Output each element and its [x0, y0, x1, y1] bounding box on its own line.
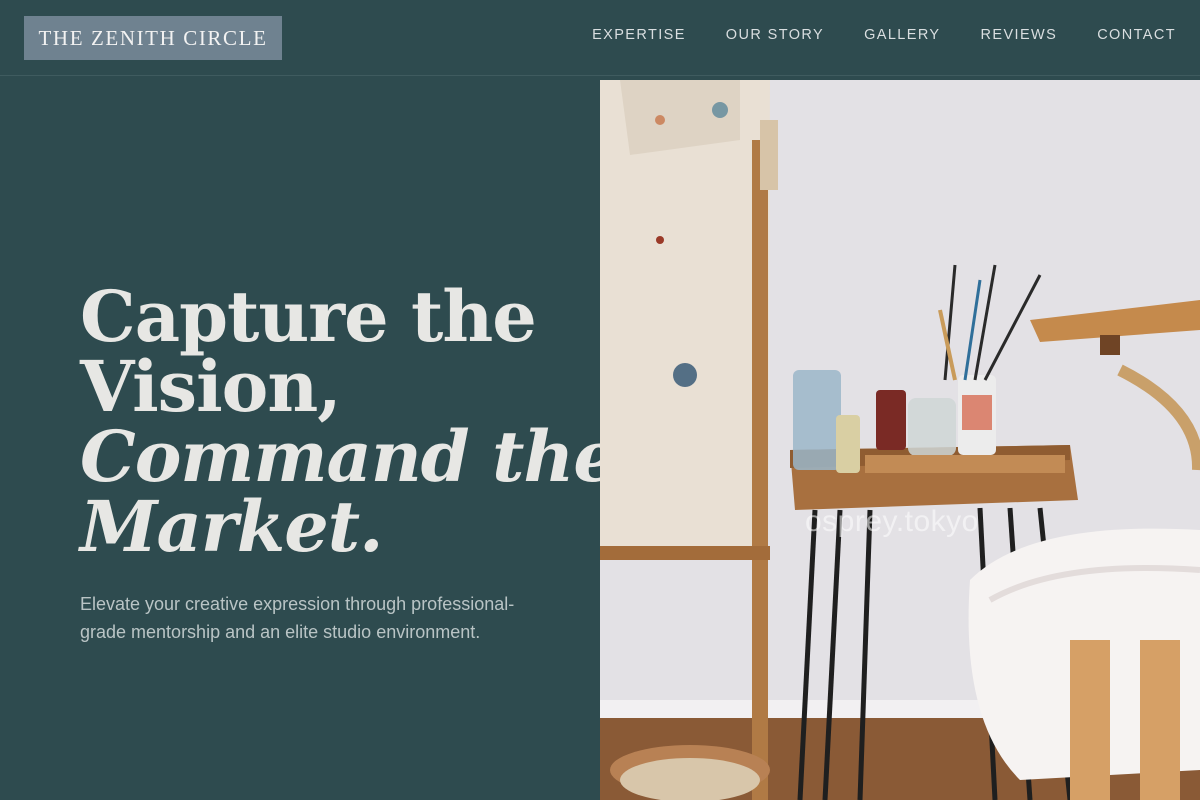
- nav-our-story[interactable]: OUR STORY: [726, 27, 824, 43]
- hero-line-4: Market.: [80, 485, 383, 568]
- hero-line-1: Capture the: [80, 275, 537, 358]
- hero-headline: Capture the Vision, Command the Market.: [80, 275, 618, 568]
- hero-subtitle: Elevate your creative expression through…: [80, 594, 515, 642]
- photo-watermark: osprey.tokyo: [805, 505, 979, 538]
- nav-reviews[interactable]: REVIEWS: [981, 27, 1058, 43]
- main-nav: EXPERTISE OUR STORY GALLERY REVIEWS CONT…: [592, 27, 1176, 43]
- nav-contact[interactable]: CONTACT: [1097, 27, 1176, 43]
- nav-gallery[interactable]: GALLERY: [864, 27, 940, 43]
- site-logo[interactable]: THE ZENITH CIRCLE: [24, 16, 282, 60]
- hero-line-3: Command the: [80, 415, 618, 498]
- nav-expertise[interactable]: EXPERTISE: [592, 27, 686, 43]
- studio-photo: osprey.tokyo: [600, 80, 1200, 800]
- site-header: THE ZENITH CIRCLE EXPERTISE OUR STORY GA…: [0, 0, 1200, 76]
- hero-line-2: Vision,: [80, 345, 342, 428]
- studio-photo-illustration: [600, 80, 1200, 800]
